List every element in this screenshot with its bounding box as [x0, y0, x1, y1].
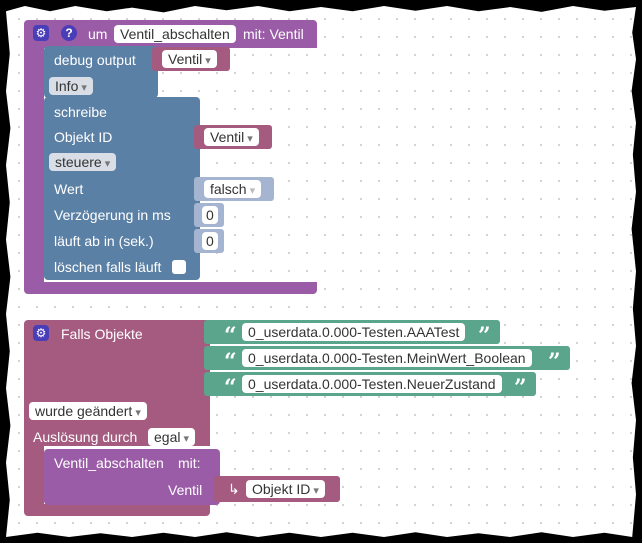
- trigger-footer: [24, 504, 210, 516]
- trigger-by-label: Auslösung durch: [33, 429, 138, 445]
- value-label: Wert: [54, 181, 84, 197]
- trigger-by-dropdown[interactable]: egal: [148, 428, 196, 446]
- debug-output-label: debug output: [54, 52, 136, 68]
- procedure-body-left: [24, 46, 44, 286]
- help-icon[interactable]: ?: [61, 25, 77, 41]
- param-value-dropdown[interactable]: Objekt ID: [246, 480, 325, 498]
- quote-close-icon: ”: [478, 323, 491, 349]
- quote-close-icon: ”: [514, 375, 527, 401]
- procedure-params: mit: Ventil: [243, 26, 304, 42]
- value-dropdown[interactable]: falsch: [204, 180, 262, 198]
- gear-icon[interactable]: ⚙: [33, 25, 49, 41]
- expires-label: läuft ab in (sek.): [54, 233, 154, 249]
- call-param-label: Ventil: [168, 482, 203, 498]
- trigger-title: Falls Objekte: [61, 326, 143, 342]
- trigger-object-2-text[interactable]: 0_userdata.0.000-Testen.MeinWert_Boolean: [242, 349, 532, 367]
- procedure-footer: [24, 282, 317, 294]
- arrow-icon: ↳: [228, 481, 240, 497]
- quote-open-icon: “: [224, 349, 237, 375]
- call-name: Ventil_abschalten: [54, 455, 164, 471]
- debug-var-dropdown[interactable]: Ventil: [162, 50, 217, 68]
- quote-close-icon: ”: [548, 349, 561, 375]
- trigger-body-left: [24, 444, 44, 508]
- object-id-label: Objekt ID: [54, 129, 113, 145]
- object-id-var-dropdown[interactable]: Ventil: [204, 128, 259, 146]
- delay-input[interactable]: 0: [202, 206, 218, 224]
- call-with: mit:: [178, 455, 201, 471]
- quote-open-icon: “: [224, 375, 237, 401]
- expires-input[interactable]: 0: [202, 232, 218, 250]
- level-dropdown[interactable]: Info: [49, 77, 93, 95]
- condition-dropdown[interactable]: wurde geändert: [29, 402, 147, 420]
- trigger-object-3-text[interactable]: 0_userdata.0.000-Testen.NeuerZustand: [242, 375, 502, 393]
- gear-icon[interactable]: ⚙: [33, 325, 49, 341]
- mode-dropdown[interactable]: steuere: [49, 153, 117, 171]
- procedure-prefix: um: [88, 26, 108, 42]
- write-title: schreibe: [54, 104, 107, 120]
- clear-label: löschen falls läuft: [54, 259, 162, 275]
- workspace-canvas[interactable]: ⚙ ? um Ventil_abschalten mit: Ventil deb…: [6, 6, 636, 537]
- procedure-name-field[interactable]: Ventil_abschalten: [114, 25, 236, 43]
- quote-open-icon: “: [224, 323, 237, 349]
- trigger-object-1-text[interactable]: 0_userdata.0.000-Testen.AAATest: [242, 323, 466, 341]
- clear-checkbox[interactable]: [172, 260, 186, 274]
- delay-label: Verzögerung in ms: [54, 207, 171, 223]
